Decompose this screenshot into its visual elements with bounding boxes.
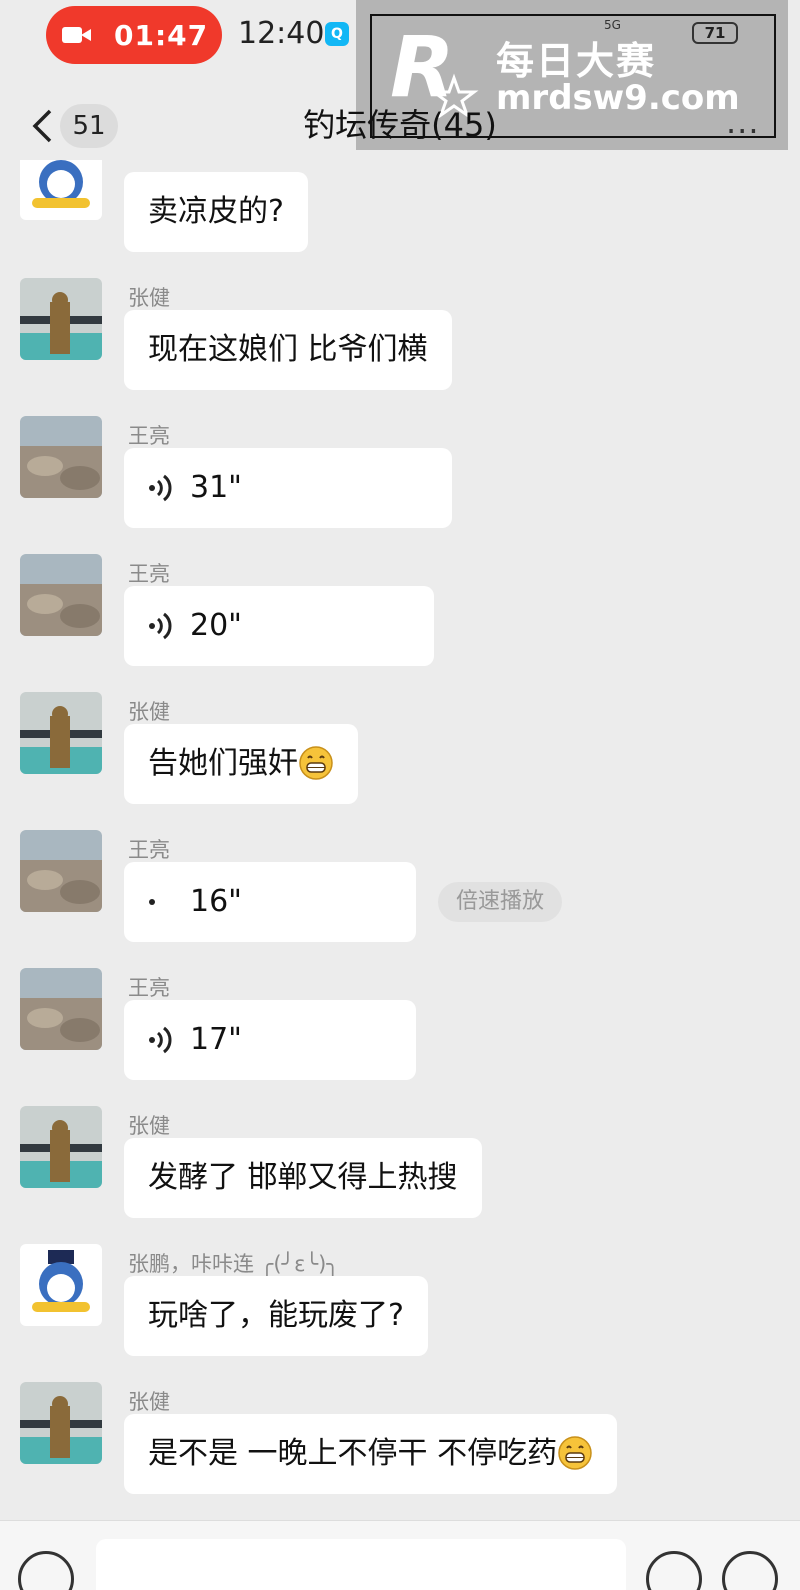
sender-name: 张健 [128, 1390, 170, 1414]
message-text: 告她们强奸 [148, 746, 298, 781]
voice-wave-icon [149, 1026, 172, 1054]
clock: 12:40 [238, 16, 325, 51]
message-text: 是不是 一晚上不停干 不停吃药 [148, 1436, 558, 1471]
avatar-man[interactable] [20, 278, 102, 360]
avatar-rocks[interactable] [20, 416, 102, 498]
group-title: 钓坛传奇(45) [303, 106, 497, 144]
sender-name: 王亮 [128, 838, 170, 862]
app-notification-icon: Q [325, 22, 349, 46]
voice-message-bubble[interactable]: 17" [124, 1000, 416, 1080]
message-bubble[interactable]: 发酵了 邯郸又得上热搜 [124, 1138, 482, 1218]
message-bubble[interactable]: 玩啥了，能玩废了? [124, 1276, 428, 1356]
avatar-man[interactable] [20, 692, 102, 774]
grin-emoji-icon [558, 1435, 592, 1470]
input-bar [0, 1520, 800, 1590]
voice-duration: 17" [190, 1022, 242, 1057]
message-input[interactable] [96, 1539, 626, 1590]
playback-speed-button[interactable]: 倍速播放 [438, 882, 562, 922]
more-options-button[interactable]: ··· [726, 112, 760, 150]
message-bubble[interactable]: 告她们强奸 [124, 724, 358, 804]
voice-wave-icon [149, 474, 172, 502]
avatar-rocks[interactable] [20, 968, 102, 1050]
avatar-man[interactable] [20, 1106, 102, 1188]
voice-wave-icon [149, 612, 172, 640]
message-text: 发酵了 邯郸又得上热搜 [148, 1160, 458, 1195]
avatar-rocks[interactable] [20, 554, 102, 636]
voice-message-bubble[interactable]: 20" [124, 586, 434, 666]
screen-recording-indicator[interactable]: 01:47 [46, 6, 222, 64]
message-bubble[interactable]: 卖凉皮的? [124, 172, 308, 252]
sender-name: 张健 [128, 286, 170, 310]
avatar-man[interactable] [20, 1382, 102, 1464]
avatar-cartoon[interactable] [20, 160, 102, 220]
sender-name: 张健 [128, 1114, 170, 1138]
voice-duration: 20" [190, 608, 242, 643]
avatar-cartoon[interactable] [20, 1244, 102, 1326]
emoji-picker-icon[interactable] [646, 1551, 702, 1590]
message-text: 现在这娘们 比爷们横 [148, 332, 428, 367]
message-text: 玩啥了，能玩废了? [148, 1298, 404, 1333]
sender-name: 张鹏，咔咔连 ╭(╯ε╰)╮ [128, 1252, 339, 1276]
chat-header: 51 钓坛传奇(45) ··· [0, 86, 800, 166]
message-bubble[interactable]: 是不是 一晚上不停干 不停吃药 [124, 1414, 618, 1494]
sender-name: 王亮 [128, 562, 170, 586]
message-list[interactable]: 卖凉皮的? 张健 现在这娘们 比爷们横 王亮 31" 王亮 20" 张健 告她们… [0, 160, 800, 1520]
battery-indicator: 71 [692, 22, 738, 44]
voice-message-bubble[interactable]: 16" [124, 862, 416, 942]
voice-playing-icon [149, 899, 155, 905]
sender-name: 张健 [128, 700, 170, 724]
avatar-rocks[interactable] [20, 830, 102, 912]
watermark-name: 每日大赛 [496, 39, 657, 83]
message-text: 卖凉皮的? [148, 194, 284, 229]
recording-time: 01:47 [114, 18, 209, 52]
grin-emoji-icon [299, 745, 333, 780]
voice-input-toggle-icon[interactable] [18, 1551, 74, 1590]
voice-duration: 31" [190, 470, 242, 505]
voice-message-bubble[interactable]: 31" [124, 448, 452, 528]
video-camera-icon [62, 25, 92, 45]
voice-duration: 16" [190, 884, 242, 919]
sender-name: 王亮 [128, 424, 170, 448]
plus-icon[interactable] [722, 1551, 778, 1590]
message-bubble[interactable]: 现在这娘们 比爷们横 [124, 310, 452, 390]
sender-name: 王亮 [128, 976, 170, 1000]
